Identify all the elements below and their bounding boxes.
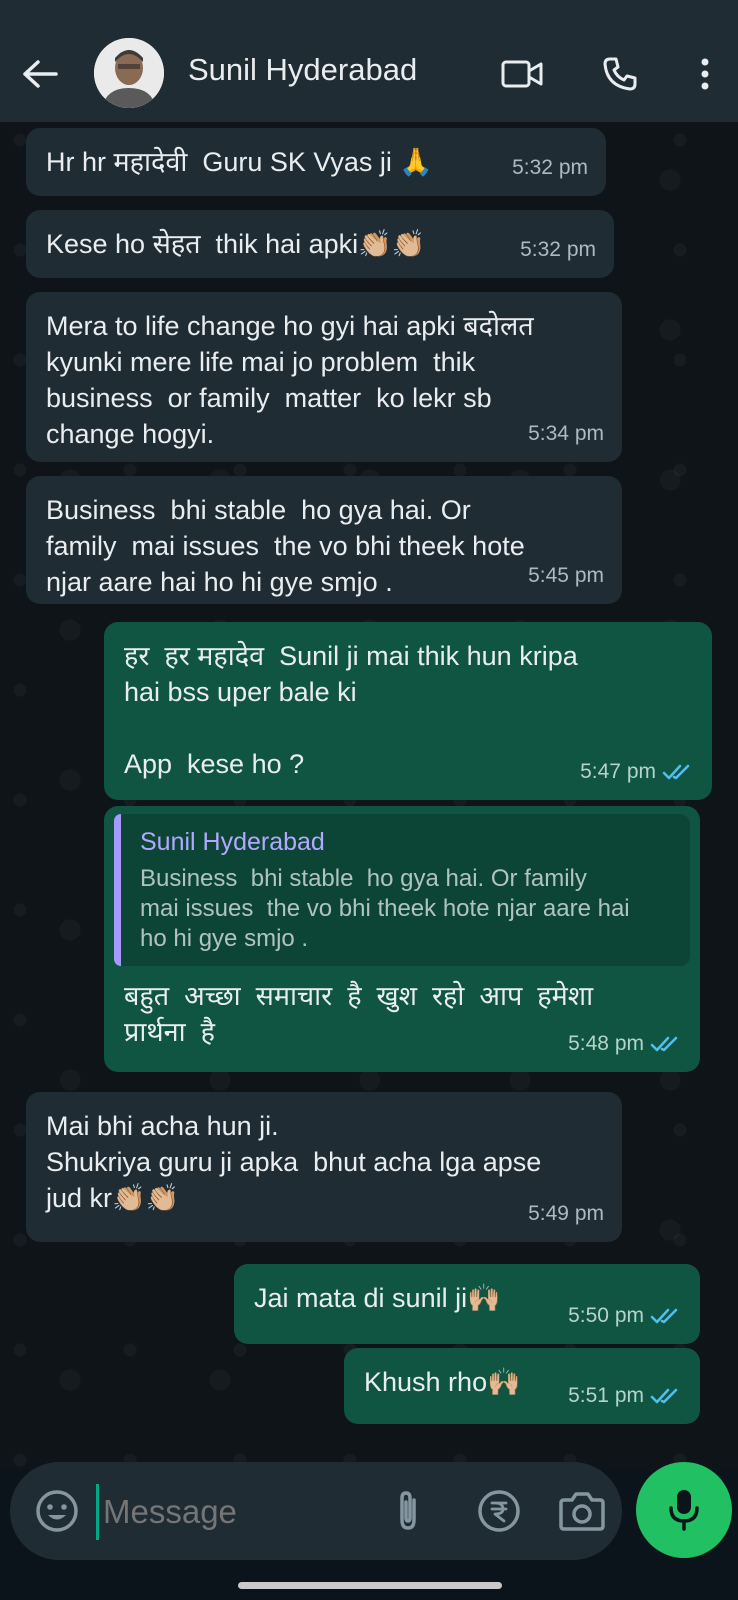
- message-time: 5:32 pm: [520, 238, 596, 261]
- message-time: 5:48 pm: [568, 1026, 682, 1062]
- microphone-icon: [669, 1490, 699, 1531]
- message-bubble-outgoing[interactable]: Khush rho🙌🏼 5:51 pm: [344, 1348, 700, 1424]
- emoji-icon[interactable]: [34, 1488, 80, 1534]
- double-check-icon: [650, 1388, 678, 1404]
- quoted-text: Business bhi stable ho gya hai. Or famil…: [140, 865, 630, 952]
- more-vertical-icon[interactable]: [683, 52, 727, 96]
- phone-icon[interactable]: [598, 52, 642, 96]
- message-time: 5:47 pm: [580, 754, 694, 790]
- microphone-button[interactable]: [636, 1462, 732, 1558]
- paperclip-icon[interactable]: [386, 1488, 430, 1534]
- arrow-left-icon[interactable]: [18, 52, 62, 96]
- message-text: Kese ho सेहत thik hai apki👏🏼👏🏼: [46, 229, 426, 259]
- chat-header: Sunil Hyderabad: [0, 0, 738, 122]
- message-bubble[interactable]: Mai bhi acha hun ji. Shukriya guru ji ap…: [26, 1092, 622, 1242]
- message-text: Mai bhi acha hun ji. Shukriya guru ji ap…: [46, 1111, 542, 1213]
- message-bubble-outgoing[interactable]: Jai mata di sunil ji🙌🏼 5:50 pm: [234, 1264, 700, 1344]
- message-bubble-outgoing[interactable]: हर हर महादेव Sunil ji mai thik hun kripa…: [104, 622, 712, 800]
- message-time: 5:50 pm: [568, 1298, 682, 1334]
- contact-name[interactable]: Sunil Hyderabad: [188, 52, 417, 88]
- message-time: 5:45 pm: [528, 564, 604, 587]
- home-indicator[interactable]: [238, 1582, 502, 1589]
- video-camera-icon[interactable]: [500, 52, 544, 96]
- message-text: Mera to life change ho gyi hai apki बदोल…: [46, 311, 534, 449]
- message-time: 5:51 pm: [568, 1378, 682, 1414]
- message-time: 5:49 pm: [528, 1202, 604, 1225]
- rupee-icon[interactable]: [476, 1488, 522, 1534]
- camera-icon[interactable]: [558, 1490, 606, 1532]
- message-text: Hr hr महादेवी Guru SK Vyas ji 🙏: [46, 147, 434, 177]
- message-bubble[interactable]: Hr hr महादेवी Guru SK Vyas ji 🙏 5:32 pm: [26, 128, 606, 196]
- message-bubble[interactable]: Business bhi stable ho gya hai. Or famil…: [26, 476, 622, 604]
- message-time: 5:32 pm: [512, 156, 588, 179]
- message-bubble[interactable]: Mera to life change ho gyi hai apki बदोल…: [26, 292, 622, 462]
- double-check-icon: [650, 1308, 678, 1324]
- message-time: 5:34 pm: [528, 422, 604, 445]
- double-check-icon: [650, 1036, 678, 1052]
- double-check-icon: [662, 764, 690, 780]
- message-input[interactable]: [96, 1484, 385, 1540]
- avatar[interactable]: [94, 38, 164, 108]
- message-bubble-outgoing[interactable]: Sunil Hyderabad Business bhi stable ho g…: [104, 806, 700, 1072]
- message-text: Business bhi stable ho gya hai. Or famil…: [46, 495, 525, 597]
- quoted-message[interactable]: Sunil Hyderabad Business bhi stable ho g…: [114, 814, 690, 966]
- quoted-sender: Sunil Hyderabad: [140, 828, 325, 856]
- message-bubble[interactable]: Kese ho सेहत thik hai apki👏🏼👏🏼 5:32 pm: [26, 210, 614, 278]
- message-composer: [10, 1462, 622, 1560]
